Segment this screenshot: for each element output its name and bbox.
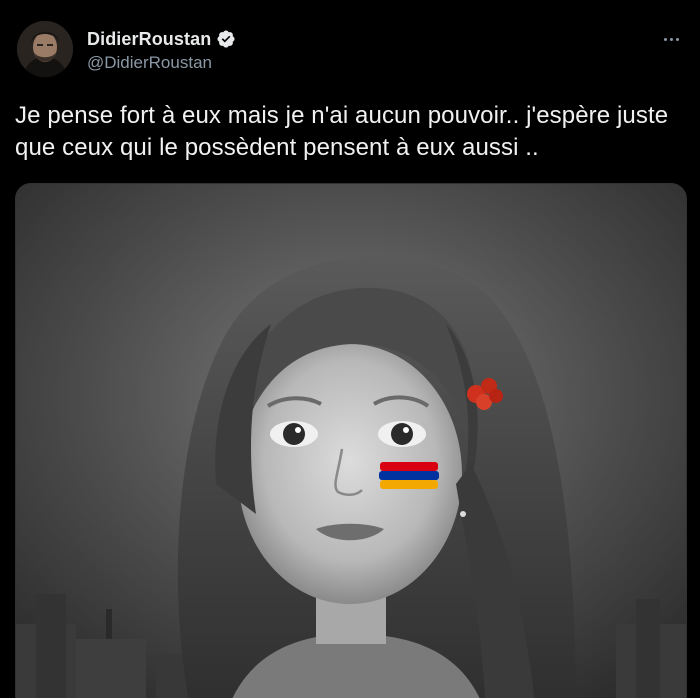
- author-info: DidierRoustan @DidierRoustan: [87, 27, 236, 73]
- avatar-icon: [17, 21, 73, 77]
- more-horizontal-icon: [663, 37, 667, 41]
- more-horizontal-icon-dot: [675, 37, 679, 41]
- author-avatar[interactable]: [17, 21, 73, 77]
- tweet-text: Je pense fort à eux mais je n'ai aucun p…: [15, 102, 669, 161]
- author-display-name[interactable]: DidierRoustan: [87, 29, 211, 50]
- tweet: DidierRoustan @DidierRoustan Je pense fo…: [0, 0, 700, 698]
- verified-badge-icon: [216, 29, 236, 49]
- more-horizontal-icon-dot: [669, 37, 673, 41]
- tweet-photo[interactable]: [15, 183, 687, 698]
- more-options-button[interactable]: [656, 26, 686, 52]
- author-name-row: DidierRoustan: [87, 27, 236, 51]
- author-handle[interactable]: @DidierRoustan: [87, 53, 236, 73]
- photo-illustration: [16, 184, 686, 698]
